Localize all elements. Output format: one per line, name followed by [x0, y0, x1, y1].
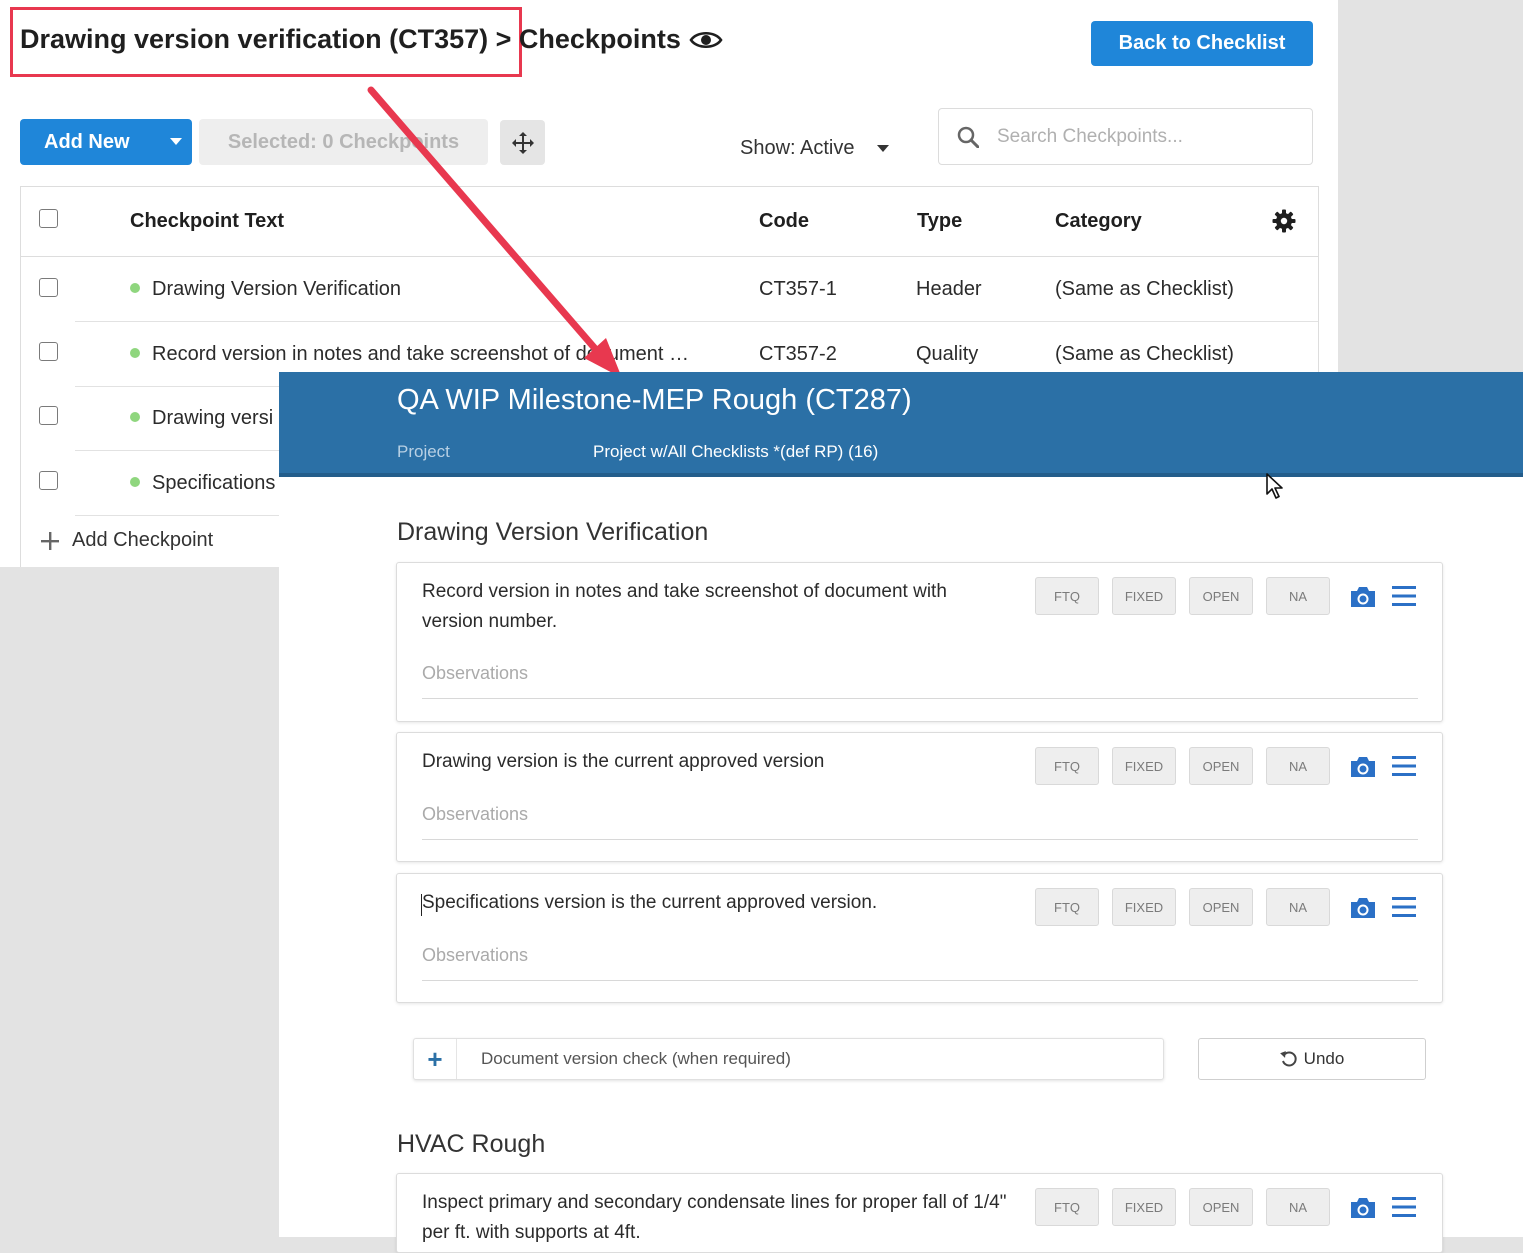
column-category[interactable]: Category	[1055, 210, 1142, 233]
checklist-item-card: Inspect primary and secondary condensate…	[396, 1173, 1443, 1253]
gear-icon[interactable]	[1272, 209, 1296, 233]
column-type[interactable]: Type	[917, 210, 962, 233]
add-checkpoint-button[interactable]: Add Checkpoint	[20, 514, 280, 567]
open-button[interactable]: OPEN	[1189, 747, 1253, 785]
table-row[interactable]: Drawing Version Verification CT357-1 Hea…	[21, 257, 1318, 322]
section-title: HVAC Rough	[397, 1130, 546, 1158]
menu-icon[interactable]	[1392, 1196, 1416, 1218]
menu-icon[interactable]	[1392, 896, 1416, 918]
ftq-button[interactable]: FTQ	[1035, 888, 1099, 926]
plus-icon	[41, 531, 59, 550]
checklist-item-card: Record version in notes and take screens…	[396, 562, 1443, 722]
item-text: Specifications version is the current ap…	[422, 892, 878, 913]
row-checkbox[interactable]	[39, 406, 58, 425]
camera-icon[interactable]	[1349, 585, 1377, 609]
active-dot	[130, 476, 140, 487]
row-checkbox[interactable]	[39, 278, 58, 297]
na-button[interactable]: NA	[1266, 888, 1330, 926]
item-text: Inspect primary and secondary condensate…	[422, 1192, 1007, 1243]
item-text: Record version in notes and take screens…	[422, 581, 947, 632]
eye-icon[interactable]	[689, 28, 723, 52]
checkpoint-type: Header	[916, 278, 982, 300]
caret-down-icon	[876, 144, 889, 152]
ftq-button[interactable]: FTQ	[1035, 577, 1099, 615]
checklist-title: QA WIP Milestone-MEP Rough (CT287)	[397, 384, 912, 416]
fixed-button[interactable]: FIXED	[1112, 747, 1176, 785]
checkpoint-category: (Same as Checklist)	[1055, 343, 1234, 365]
status-button-group: FTQ FIXED OPEN NA	[1035, 747, 1330, 785]
search-input[interactable]	[995, 124, 1295, 149]
checkpoint-category: (Same as Checklist)	[1055, 278, 1234, 300]
cursor-icon	[1266, 473, 1283, 499]
observations-field[interactable]: Observations	[422, 663, 1418, 699]
checkpoint-text: Record version in notes and take screens…	[130, 343, 689, 366]
menu-icon[interactable]	[1392, 755, 1416, 777]
add-checkpoint-group[interactable]: + Document version check (when required)	[413, 1038, 1164, 1080]
checkpoint-type: Quality	[916, 343, 979, 365]
select-all-checkbox[interactable]	[39, 209, 58, 228]
open-button[interactable]: OPEN	[1189, 577, 1253, 615]
add-group-label: Document version check (when required)	[481, 1049, 791, 1068]
page-title-text: Drawing version verification (CT357) > C…	[20, 24, 681, 54]
observations-field[interactable]: Observations	[422, 804, 1418, 840]
na-button[interactable]: NA	[1266, 577, 1330, 615]
active-dot	[130, 282, 140, 293]
add-checkpoint-label: Add Checkpoint	[72, 529, 214, 551]
ftq-button[interactable]: FTQ	[1035, 1188, 1099, 1226]
page-title: Drawing version verification (CT357) > C…	[20, 24, 723, 55]
row-checkbox[interactable]	[39, 342, 58, 361]
project-value[interactable]: Project w/All Checklists *(def RP) (16)	[593, 442, 878, 462]
active-dot	[130, 347, 140, 358]
checklist-header: QA WIP Milestone-MEP Rough (CT287) Proje…	[279, 372, 1523, 477]
checklist-panel: QA WIP Milestone-MEP Rough (CT287) Proje…	[279, 372, 1523, 1253]
camera-icon[interactable]	[1349, 1196, 1377, 1220]
camera-icon[interactable]	[1349, 755, 1377, 779]
undo-label: Undo	[1303, 1049, 1345, 1068]
camera-icon[interactable]	[1349, 896, 1377, 920]
fixed-button[interactable]: FIXED	[1112, 888, 1176, 926]
ftq-button[interactable]: FTQ	[1035, 747, 1099, 785]
column-code[interactable]: Code	[759, 210, 809, 233]
menu-icon[interactable]	[1392, 585, 1416, 607]
back-to-checklist-button[interactable]: Back to Checklist	[1091, 21, 1313, 66]
status-button-group: FTQ FIXED OPEN NA	[1035, 888, 1330, 926]
checkpoint-text: Specifications	[130, 472, 275, 495]
show-filter-label: Show: Active	[740, 137, 855, 159]
item-text: Drawing version is the current approved …	[422, 751, 825, 772]
column-checkpoint-text[interactable]: Checkpoint Text	[130, 210, 284, 233]
checkpoint-code: CT357-1	[759, 278, 837, 300]
checklist-item-card: Drawing version is the current approved …	[396, 732, 1443, 862]
plus-icon[interactable]: +	[414, 1039, 457, 1079]
add-new-label: Add New	[44, 130, 130, 153]
checkpoint-code: CT357-2	[759, 343, 837, 365]
open-button[interactable]: OPEN	[1189, 888, 1253, 926]
checkpoint-text: Drawing Version Verification	[130, 278, 401, 301]
show-filter-dropdown[interactable]: Show: Active	[740, 137, 889, 160]
undo-icon	[1279, 1051, 1297, 1067]
search-icon	[957, 126, 979, 148]
caret-down-icon[interactable]	[160, 138, 192, 146]
active-dot	[130, 411, 140, 422]
na-button[interactable]: NA	[1266, 747, 1330, 785]
checkpoint-text: Drawing versi	[130, 407, 273, 430]
search-box[interactable]	[938, 108, 1313, 165]
checklist-item-card: Specifications version is the current ap…	[396, 873, 1443, 1003]
project-label: Project	[397, 442, 450, 461]
section-title: Drawing Version Verification	[397, 518, 709, 546]
observations-field[interactable]: Observations	[422, 945, 1418, 981]
status-button-group: FTQ FIXED OPEN NA	[1035, 577, 1330, 615]
open-button[interactable]: OPEN	[1189, 1188, 1253, 1226]
row-checkbox[interactable]	[39, 471, 58, 490]
move-icon[interactable]	[500, 120, 545, 165]
na-button[interactable]: NA	[1266, 1188, 1330, 1226]
fixed-button[interactable]: FIXED	[1112, 577, 1176, 615]
add-new-button[interactable]: Add New	[20, 119, 192, 165]
status-button-group: FTQ FIXED OPEN NA	[1035, 1188, 1330, 1226]
undo-button[interactable]: Undo	[1198, 1038, 1426, 1080]
selected-count-button: Selected: 0 Checkpoints	[199, 119, 488, 165]
table-header: Checkpoint Text Code Type Category	[21, 187, 1318, 257]
fixed-button[interactable]: FIXED	[1112, 1188, 1176, 1226]
